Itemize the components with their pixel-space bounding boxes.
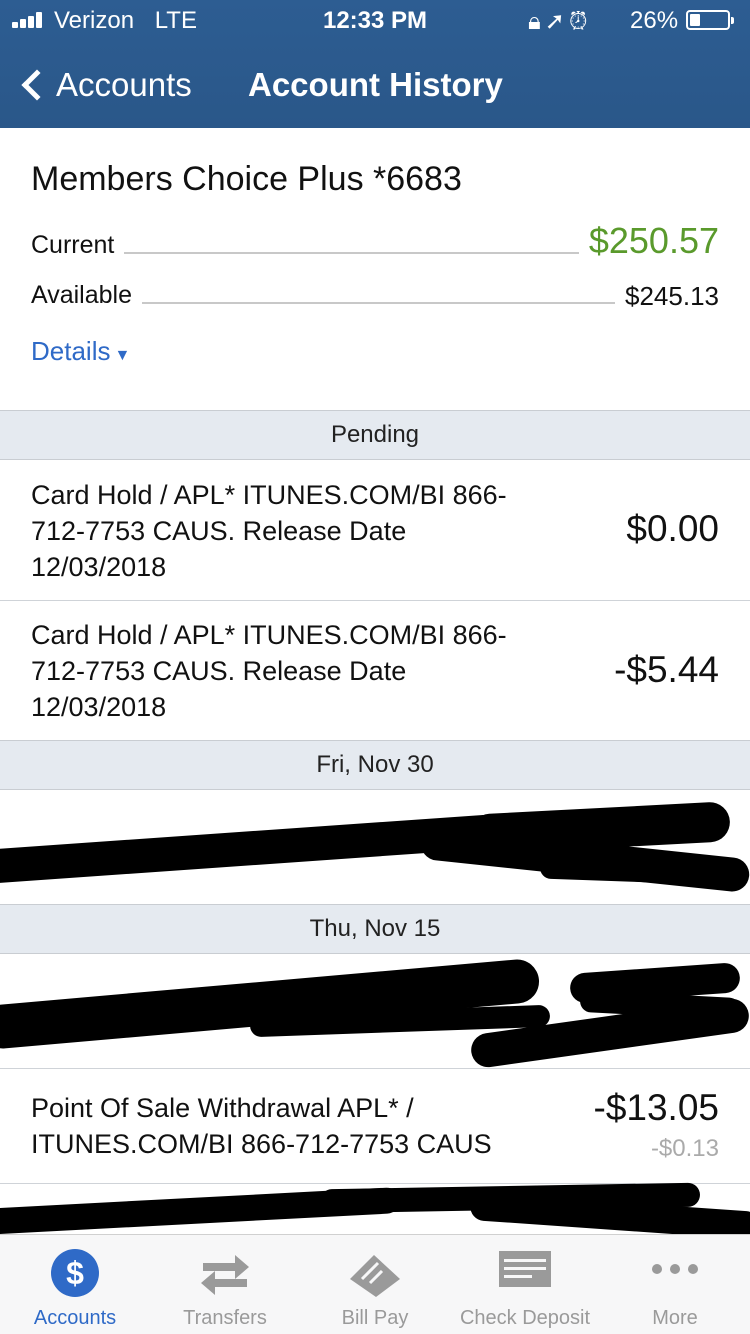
current-balance-value: $250.57	[578, 220, 719, 262]
caret-down-icon: ▼	[114, 347, 131, 364]
tab-label: More	[652, 1307, 698, 1329]
battery-icon	[686, 10, 734, 30]
back-button[interactable]: Accounts	[16, 60, 192, 110]
section-header-date: Fri, Nov 30	[0, 740, 750, 790]
battery-percent: 26%	[630, 7, 679, 34]
tab-label: Transfers	[183, 1307, 267, 1329]
transaction-description: Card Hold / APL* ITUNES.COM/BI 866-712-7…	[31, 620, 507, 722]
available-balance-value: $245.13	[615, 281, 719, 312]
transaction-amount: -$5.44	[614, 649, 719, 690]
bill-pay-icon	[350, 1255, 400, 1297]
check-deposit-icon	[499, 1251, 551, 1287]
tab-bill-pay[interactable]: Bill Pay	[300, 1235, 450, 1334]
tab-transfers[interactable]: Transfers	[150, 1235, 300, 1334]
current-balance-row: Current $250.57	[31, 220, 719, 262]
tab-label: Bill Pay	[341, 1307, 409, 1329]
page-title: Account History	[248, 66, 503, 103]
details-toggle[interactable]: Details ▼	[31, 336, 130, 367]
dollar-icon: $	[51, 1249, 99, 1297]
transaction-amount: -$13.05	[593, 1087, 720, 1128]
transaction-description: Card Hold / APL* ITUNES.COM/BI 866-712-7…	[31, 480, 507, 582]
back-button-label: Accounts	[56, 66, 192, 103]
chevron-left-icon	[21, 69, 53, 101]
section-header-pending: Pending	[0, 410, 750, 460]
section-header-date: Thu, Nov 15	[0, 904, 750, 954]
account-name: Members Choice Plus *6683	[31, 160, 462, 198]
tab-check-deposit[interactable]: Check Deposit	[450, 1235, 600, 1334]
available-balance-label: Available	[31, 281, 143, 310]
tab-accounts[interactable]: $ Accounts	[0, 1235, 150, 1334]
transaction-row[interactable]: Card Hold / APL* ITUNES.COM/BI 866-712-7…	[0, 601, 750, 741]
tab-label: Check Deposit	[459, 1307, 591, 1329]
details-label: Details	[31, 336, 111, 366]
tab-label: Accounts	[33, 1307, 117, 1329]
more-dots-icon	[652, 1264, 698, 1274]
transaction-description: Point Of Sale Withdrawal APL* / ITUNES.C…	[31, 1093, 492, 1159]
status-bar: Verizon LTE 12:33 PM 🔒︎➚⏰︎ 26%	[0, 0, 750, 40]
transaction-row-redacted[interactable]	[0, 954, 750, 1070]
transaction-running-balance: -$0.13	[650, 1135, 719, 1162]
available-balance-row: Available $245.13	[31, 272, 719, 312]
transaction-row[interactable]: Point Of Sale Withdrawal APL* / ITUNES.C…	[0, 1069, 750, 1184]
alarm-icon: ⏰︎	[568, 8, 592, 35]
transaction-row[interactable]: Card Hold / APL* ITUNES.COM/BI 866-712-7…	[0, 460, 750, 601]
tab-bar: $ Accounts Transfers Bill Pay Check Depo…	[0, 1234, 750, 1334]
transaction-row-redacted[interactable]	[0, 790, 750, 905]
transfer-arrows-icon	[201, 1255, 249, 1295]
tab-more[interactable]: More	[600, 1235, 750, 1334]
location-icon: ➚	[544, 8, 569, 35]
orientation-lock-icon: 🔒︎	[528, 8, 545, 35]
navigation-bar: Verizon LTE 12:33 PM 🔒︎➚⏰︎ 26% Accounts …	[0, 0, 750, 128]
status-icons: 🔒︎➚⏰︎	[528, 7, 592, 36]
transaction-amount: $0.00	[626, 508, 719, 549]
current-balance-label: Current	[31, 231, 125, 260]
account-history-screen: Verizon LTE 12:33 PM 🔒︎➚⏰︎ 26% Accounts …	[0, 0, 750, 1334]
